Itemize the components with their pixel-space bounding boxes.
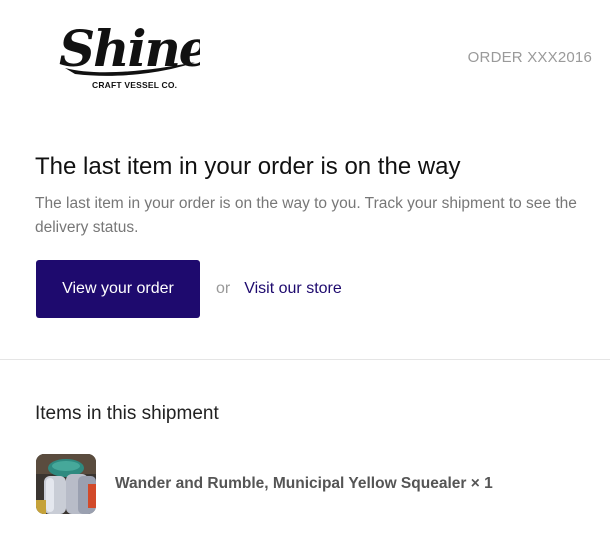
shipment-section-title: Items in this shipment	[35, 403, 219, 424]
item-name[interactable]: Wander and Rumble, Municipal Yellow Sque…	[115, 475, 493, 493]
body-text: The last item in your order is on the wa…	[35, 195, 577, 236]
actions-row: View your order or Visit our store	[36, 260, 342, 318]
view-order-button[interactable]: View your order	[36, 260, 200, 318]
product-photo-icon	[36, 454, 96, 514]
or-separator: or	[216, 280, 231, 297]
visit-store-link[interactable]: Visit our store	[244, 280, 342, 298]
divider	[0, 359, 610, 360]
logo-text: Shine	[59, 19, 200, 78]
headline: The last item in your order is on the wa…	[35, 153, 461, 180]
email-header: Shine CRAFT VESSEL CO. ORDER XXX2016	[0, 0, 610, 110]
shine-logo-wordmark: Shine	[59, 19, 200, 78]
order-number: ORDER XXX2016	[467, 49, 592, 66]
logo-tagline: CRAFT VESSEL CO.	[92, 80, 178, 90]
view-order-button-label: View your order	[62, 280, 174, 297]
shipment-item: Wander and Rumble, Municipal Yellow Sque…	[36, 454, 493, 514]
